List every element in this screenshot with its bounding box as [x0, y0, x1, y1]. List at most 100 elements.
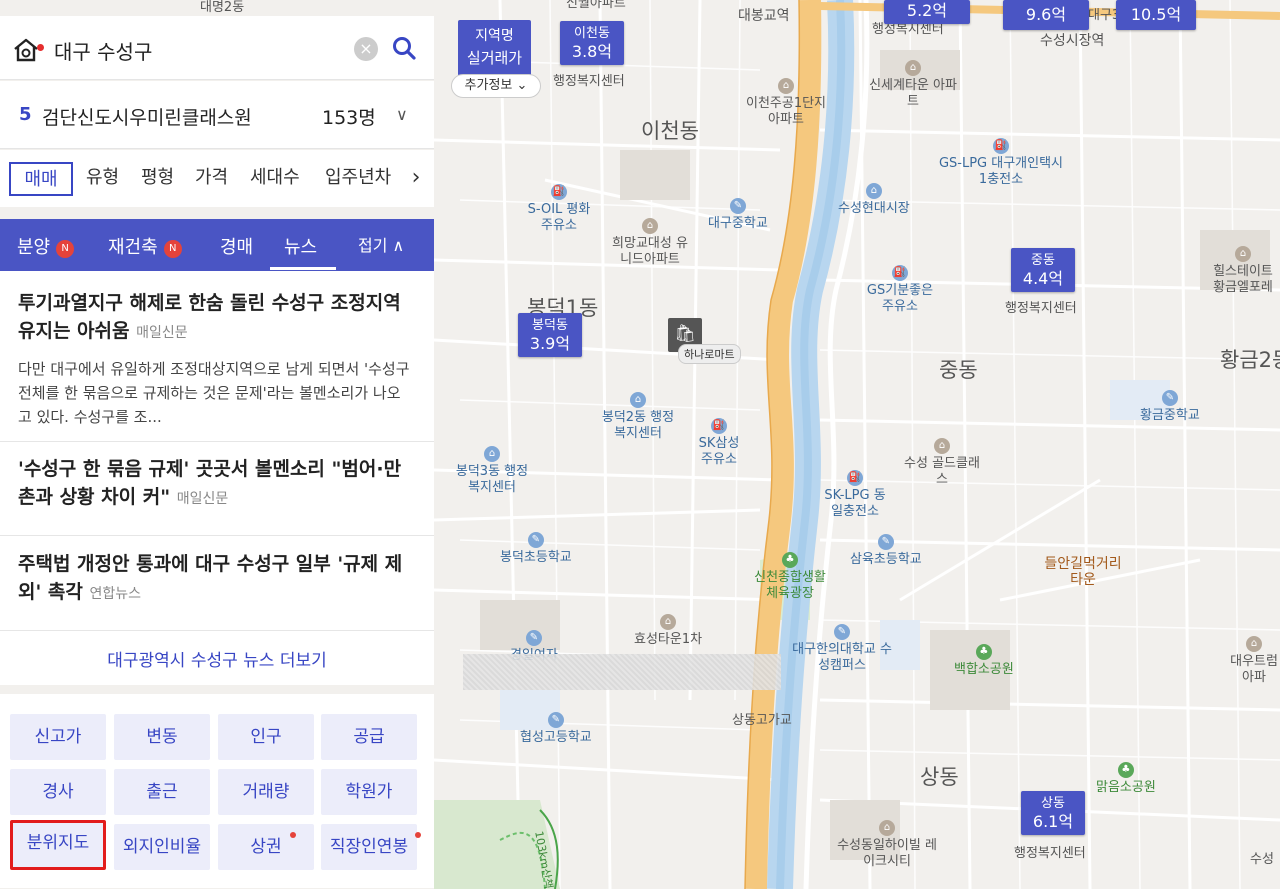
gas-station-icon: ⛽	[551, 184, 567, 200]
grid-button-new-high[interactable]: 신고가	[10, 714, 106, 760]
grid-button-change[interactable]: 변동	[114, 714, 210, 760]
map-poi: 봉덕초등학교	[500, 550, 572, 565]
price-marker[interactable]: 5.2억	[884, 0, 970, 24]
mart-marker[interactable]: 🛍 하나로마트	[668, 318, 741, 364]
gas-station-icon: ⛽	[993, 138, 1009, 154]
map-poi: 대봉교역	[738, 8, 790, 24]
map-poi: 수성	[1250, 852, 1274, 867]
rank-number: 5	[19, 104, 32, 125]
more-news-link[interactable]: 대구광역시 수성구 뉴스 더보기	[0, 646, 434, 671]
price-marker[interactable]: 이천동 3.8억	[560, 21, 624, 65]
map-poi: 수성동일하이빌 레이크시티	[837, 838, 937, 869]
map-poi: 대우트럼 아파	[1230, 654, 1278, 685]
ranking-row[interactable]: 5 검단신도시우미린클래스원 153명 ∨	[0, 81, 434, 149]
grid-button-salary[interactable]: 직장인연봉	[321, 824, 417, 870]
price-marker[interactable]: 상동 6.1억	[1021, 791, 1085, 835]
park-icon: ♣	[1117, 762, 1134, 778]
mart-label: 하나로마트	[678, 344, 741, 364]
collapse-button[interactable]: 접기 ∧	[358, 232, 404, 256]
price-marker[interactable]: 10.5억	[1116, 0, 1196, 30]
chevron-down-icon[interactable]: ∨	[396, 105, 408, 124]
map-dong-label: 황금2동	[1220, 348, 1280, 372]
grid-button-academy[interactable]: 학원가	[321, 769, 417, 815]
map-poi: 들안길먹거리 타운	[1044, 556, 1122, 588]
grid-button-commute[interactable]: 출근	[114, 769, 210, 815]
region-legend-line1: 지역명	[475, 28, 514, 44]
notification-dot	[37, 44, 44, 51]
price-marker[interactable]: 봉덕동 3.9억	[518, 313, 582, 357]
grid-button-supply[interactable]: 공급	[321, 714, 417, 760]
filter-chip-type[interactable]: 유형	[86, 162, 119, 196]
new-badge: N	[56, 240, 75, 258]
search-icon[interactable]	[390, 34, 418, 62]
map-overlay-band	[463, 654, 781, 690]
map-poi: 수성현대시장	[838, 201, 910, 216]
map-poi: 대구중학교	[708, 216, 768, 231]
tab-news[interactable]: 뉴스	[284, 233, 317, 259]
grid-button-atmosphere-map[interactable]: 분위지도	[10, 820, 106, 870]
map-poi: 상동고가교	[732, 713, 792, 728]
filter-chip-size[interactable]: 평형	[141, 162, 174, 196]
news-source: 연합뉴스	[89, 586, 142, 602]
map-poi: 협성고등학교	[520, 730, 592, 745]
apartment-icon: ⌂	[905, 60, 921, 76]
filter-chip-price[interactable]: 가격	[195, 162, 228, 196]
grid-button-commercial[interactable]: 상권	[218, 824, 314, 870]
extra-info-button[interactable]: 추가정보 ⌄	[451, 74, 541, 98]
region-legend: 지역명 실거래가	[458, 20, 531, 76]
chevron-up-icon: ∧	[392, 236, 405, 255]
grid-button-population[interactable]: 인구	[218, 714, 314, 760]
school-icon: ✎	[1161, 390, 1178, 406]
map-poi: 백합소공원	[954, 662, 1014, 677]
news-item[interactable]: '수성구 한 묶음 규제' 곳곳서 볼멘소리 "범어·만촌과 상황 차이 커" …	[0, 442, 434, 536]
news-item[interactable]: 투기과열지구 해제로 한숨 돌린 수성구 조정지역 유지는 아쉬움 매일신문 다…	[0, 271, 434, 442]
chevron-right-icon[interactable]: ›	[398, 160, 434, 198]
gas-station-icon: ⛽	[711, 418, 727, 434]
map-poi: 황금중학교	[1140, 408, 1200, 423]
map-poi: GS기분좋은 주유소	[866, 283, 934, 314]
grid-button-slope[interactable]: 경사	[10, 769, 106, 815]
map-poi: 힐스테이트 황금엘포레	[1213, 264, 1273, 295]
news-source: 매일신문	[176, 491, 229, 507]
school-icon: ✎	[547, 712, 564, 728]
map-poi: 신세계타운 아파트	[869, 78, 957, 109]
map-poi: 행정복지센터	[553, 74, 625, 89]
map-poi: SK-LPG 동일충전소	[824, 488, 886, 519]
region-legend-line2: 실거래가	[466, 49, 523, 67]
tab-reconstruction[interactable]: 재건축 N	[108, 233, 182, 259]
apartment-icon: ⌂	[879, 820, 895, 836]
search-input[interactable]: 대구 수성구	[54, 36, 152, 65]
gas-station-icon: ⛽	[847, 470, 863, 486]
map-poi: 대구한의대학교 수성캠퍼스	[792, 642, 892, 673]
map-poi: 봉덕2동 행정복지센터	[601, 410, 675, 441]
filter-chip-households[interactable]: 세대수	[250, 162, 300, 196]
price-marker[interactable]: 9.6억	[1003, 0, 1089, 30]
tab-auction[interactable]: 경매	[220, 233, 253, 259]
map-poi: 맑음소공원	[1096, 780, 1156, 795]
news-title: 투기과열지구 해제로 한숨 돌린 수성구 조정지역 유지는 아쉬움	[18, 292, 401, 342]
school-icon: ✎	[729, 198, 746, 214]
park-icon: ♣	[975, 644, 992, 660]
clear-icon[interactable]: ×	[354, 37, 378, 61]
apartment-icon: ⌂	[1235, 246, 1251, 262]
filter-bar: 매매 유형 평형 가격 세대수 입주년차 ›	[0, 150, 434, 207]
home-icon[interactable]	[12, 36, 40, 64]
university-icon: ✎	[834, 624, 850, 640]
tab-presale[interactable]: 분양 N	[17, 233, 75, 259]
filter-chip-trade[interactable]: 매매	[9, 162, 73, 196]
filter-chip-year[interactable]: 입주년차	[325, 162, 397, 196]
news-item[interactable]: 주택법 개정안 통과에 대구 수성구 일부 '규제 제외' 촉각 연합뉴스	[0, 536, 434, 631]
government-office-icon: ⌂	[630, 392, 646, 408]
apartment-icon: ⌂	[934, 438, 950, 454]
active-tab-underline	[270, 267, 336, 270]
map-poi: GS-LPG 대구개인택시1충전소	[938, 156, 1064, 187]
grid-button-volume[interactable]: 거래량	[218, 769, 314, 815]
new-badge: N	[163, 240, 182, 258]
chevron-down-icon: ⌄	[516, 78, 528, 93]
grid-button-outsider-ratio[interactable]: 외지인비율	[114, 824, 210, 870]
news-title: 주택법 개정안 통과에 대구 수성구 일부 '규제 제외' 촉각	[18, 553, 403, 603]
map-poi: S-OIL 평화주유소	[527, 202, 591, 233]
news-description: 다만 대구에서 유일하게 조정대상지역으로 남게 되면서 '수성구 전체를 한 …	[18, 360, 410, 426]
map-poi: 효성타운1차	[634, 632, 703, 647]
price-marker[interactable]: 중동 4.4억	[1011, 248, 1075, 292]
